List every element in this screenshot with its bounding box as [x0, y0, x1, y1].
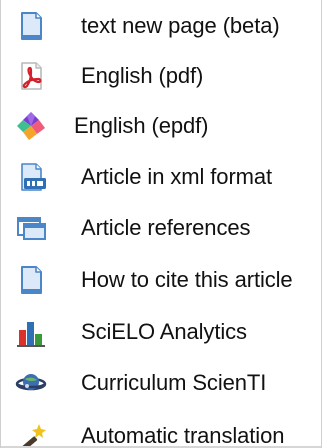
pdf-icon	[15, 60, 47, 92]
tool-item-xml[interactable]: Article in xml format	[1, 157, 321, 197]
planet-icon	[15, 367, 47, 399]
tool-item-curriculum-scienti[interactable]: Curriculum ScienTI	[1, 363, 321, 403]
tool-item-automatic-translation[interactable]: Automatic translation	[1, 416, 321, 448]
analytics-chart-icon	[15, 316, 47, 348]
references-icon	[15, 212, 47, 244]
tool-label: Curriculum ScienTI	[81, 370, 267, 395]
article-tools-panel: text new page (beta) English (pdf) Engli…	[0, 0, 322, 448]
epdf-icon	[15, 110, 47, 142]
tool-item-text-new-page[interactable]: text new page (beta)	[1, 6, 321, 46]
tool-item-epdf[interactable]: English (epdf)	[1, 106, 321, 146]
tool-label: text new page (beta)	[81, 13, 280, 38]
tool-label: English (pdf)	[81, 63, 204, 88]
tool-label: Article references	[81, 215, 251, 240]
tool-label: Article in xml format	[81, 164, 273, 189]
tool-item-pdf[interactable]: English (pdf)	[1, 56, 321, 96]
page-icon	[15, 10, 47, 42]
tool-item-scielo-analytics[interactable]: SciELO Analytics	[1, 312, 321, 352]
tool-item-how-to-cite[interactable]: How to cite this article	[1, 260, 321, 300]
tool-item-references[interactable]: Article references	[1, 208, 321, 248]
tool-label: How to cite this article	[81, 267, 293, 292]
tool-label: SciELO Analytics	[81, 319, 247, 344]
tool-label: English (epdf)	[74, 113, 209, 138]
tool-label: Automatic translation	[81, 423, 285, 448]
magic-wand-icon	[15, 420, 47, 448]
xml-icon	[15, 161, 47, 193]
page-icon	[15, 264, 47, 296]
